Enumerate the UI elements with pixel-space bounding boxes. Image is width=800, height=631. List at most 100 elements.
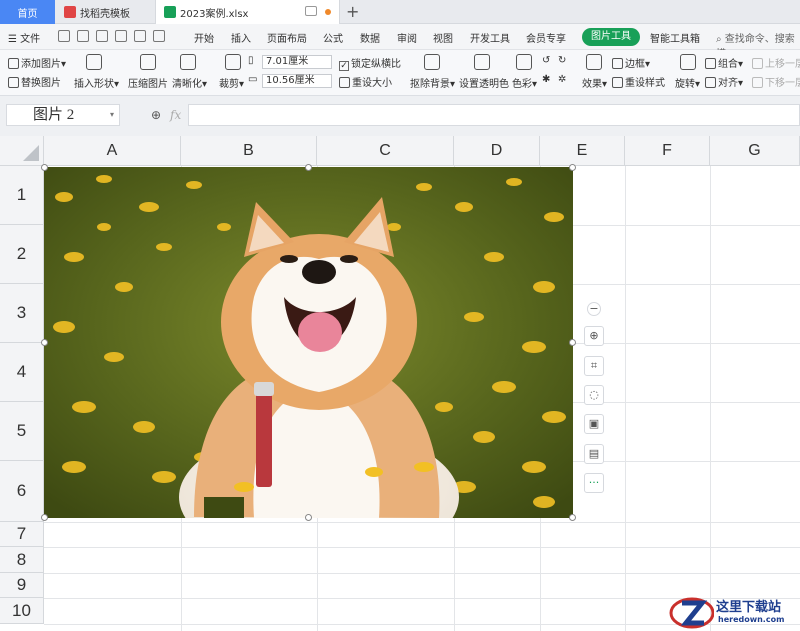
contrast-icon[interactable]: ✲ [558,74,566,85]
menu-file-label: 文件 [20,34,41,45]
reset-size-icon [339,77,350,88]
lock-ratio-checkbox[interactable]: ✓ 锁定纵横比 [339,55,401,71]
tab-template[interactable]: 找稻壳模板 [58,0,153,24]
resize-handle-bottom-left[interactable] [41,514,48,521]
insert-shape-button[interactable]: 插入形状▾ [74,75,119,90]
row-header-1[interactable]: 1 [0,166,44,225]
chevron-down-icon[interactable]: ▾ [110,110,114,119]
resize-handle-bottom[interactable] [305,514,312,521]
menu-page-layout[interactable]: 页面布局 [267,30,307,45]
resize-handle-bottom-right[interactable] [569,514,576,521]
menu-member[interactable]: 会员专享 [526,30,566,45]
crop-button[interactable]: 裁剪▾ [219,75,244,90]
name-box[interactable]: 图片 2 [6,104,120,126]
menu-start[interactable]: 开始 [194,30,214,45]
bring-forward-button[interactable]: 上移一层 [752,55,800,70]
gridline [44,547,800,548]
new-tab-plus-icon[interactable]: + [346,2,359,21]
row-header-2[interactable]: 2 [0,225,44,284]
crop-icon[interactable]: ⌗ [584,356,604,376]
column-header-c[interactable]: C [317,136,454,166]
redo-icon[interactable] [153,30,165,42]
group-icon [705,58,716,69]
column-header-a[interactable]: A [44,136,181,166]
resize-handle-top-left[interactable] [41,164,48,171]
brightness-icon[interactable]: ✱ [542,74,550,85]
row-header-3[interactable]: 3 [0,284,44,343]
menu-developer[interactable]: 开发工具 [470,30,510,45]
menu-review[interactable]: 审阅 [397,30,417,45]
menu-view[interactable]: 视图 [433,30,453,45]
zoom-icon[interactable]: ⊕ [151,108,161,122]
undo-icon[interactable] [134,30,146,42]
fx-icon[interactable]: fx [170,108,181,122]
menu-data[interactable]: 数据 [360,30,380,45]
height-input[interactable]: 7.01厘米 [262,55,332,69]
reset-style-button[interactable]: 重设样式 [612,74,665,89]
save-icon[interactable] [58,30,70,42]
bring-forward-label: 上移一层 [765,59,800,70]
row-header-4[interactable]: 4 [0,343,44,402]
width-input[interactable]: 10.56厘米 [262,74,332,88]
remove-bg-button[interactable]: 抠除背景▾ [410,75,455,90]
sharpen-icon [180,54,196,70]
resize-handle-top-right[interactable] [569,164,576,171]
tab-home[interactable]: 首页 [0,0,55,24]
reset-size-button[interactable]: 重设大小 [339,74,392,89]
screen-icon[interactable] [305,6,317,16]
collapse-icon[interactable]: − [587,302,601,316]
reset-style-icon [612,77,623,88]
height-icon: ▯ [248,55,254,66]
dog-picture[interactable] [44,167,573,518]
column-header-e[interactable]: E [540,136,625,166]
column-header-f[interactable]: F [625,136,710,166]
rotate-right-icon[interactable]: ↻ [558,55,566,66]
menu-formula[interactable]: 公式 [323,30,343,45]
more-icon[interactable]: ··· [584,473,604,493]
formula-input[interactable] [188,104,800,126]
row-header-9[interactable]: 9 [0,573,44,598]
group-button[interactable]: 组合▾ [705,55,743,70]
replace-picture-button[interactable]: 替换图片 [8,74,61,89]
print-icon[interactable] [96,30,108,42]
compress-button[interactable]: 压缩图片 [128,75,168,90]
tab-file[interactable]: 2023案例.xlsx [155,0,340,24]
row-header-8[interactable]: 8 [0,547,44,573]
row-header-7[interactable]: 7 [0,522,44,547]
column-header-d[interactable]: D [454,136,540,166]
crop-icon [225,54,241,70]
menu-insert[interactable]: 插入 [231,30,251,45]
transparent-color-button[interactable]: 设置透明色 [459,75,509,90]
border-label: 边框 [625,59,645,70]
send-backward-button[interactable]: 下移一层 [752,74,800,89]
row-header-5[interactable]: 5 [0,402,44,461]
add-picture-button[interactable]: 添加图片▾ [8,55,66,70]
select-all-corner[interactable] [0,136,44,166]
zoom-icon[interactable]: ⊕ [584,326,604,346]
rotate-button[interactable]: 旋转▾ [675,75,700,90]
bulb-icon[interactable]: ◌ [584,385,604,405]
color-button[interactable]: 色彩▾ [512,75,537,90]
row-header-10[interactable]: 10 [0,598,44,624]
sharpen-button[interactable]: 清晰化▾ [172,75,207,90]
resize-handle-top[interactable] [305,164,312,171]
row-header-6[interactable]: 6 [0,461,44,522]
align-button[interactable]: 对齐▾ [705,74,743,89]
print-preview-icon[interactable] [115,30,127,42]
resize-handle-right[interactable] [569,339,576,346]
rotate-left-icon[interactable]: ↺ [542,55,550,66]
menu-picture-tools[interactable]: 图片工具 [582,28,640,46]
sheet-grid[interactable]: A B C D E F G 1 2 3 4 5 6 7 8 9 10 − ⊕ ⌗… [0,136,800,631]
align-label: 对齐 [718,78,738,89]
border-button[interactable]: 边框▾ [612,55,650,70]
column-header-g[interactable]: G [710,136,800,166]
color-icon [516,54,532,70]
resize-handle-left[interactable] [41,339,48,346]
effects-button[interactable]: 效果▾ [582,75,607,90]
column-header-b[interactable]: B [181,136,317,166]
menu-smart-toolbox[interactable]: 智能工具箱 [650,30,700,45]
menu-file[interactable]: ☰ 文件 [8,30,40,45]
export-icon[interactable] [77,30,89,42]
image-icon[interactable]: ▤ [584,444,604,464]
convert-icon[interactable]: ▣ [584,414,604,434]
